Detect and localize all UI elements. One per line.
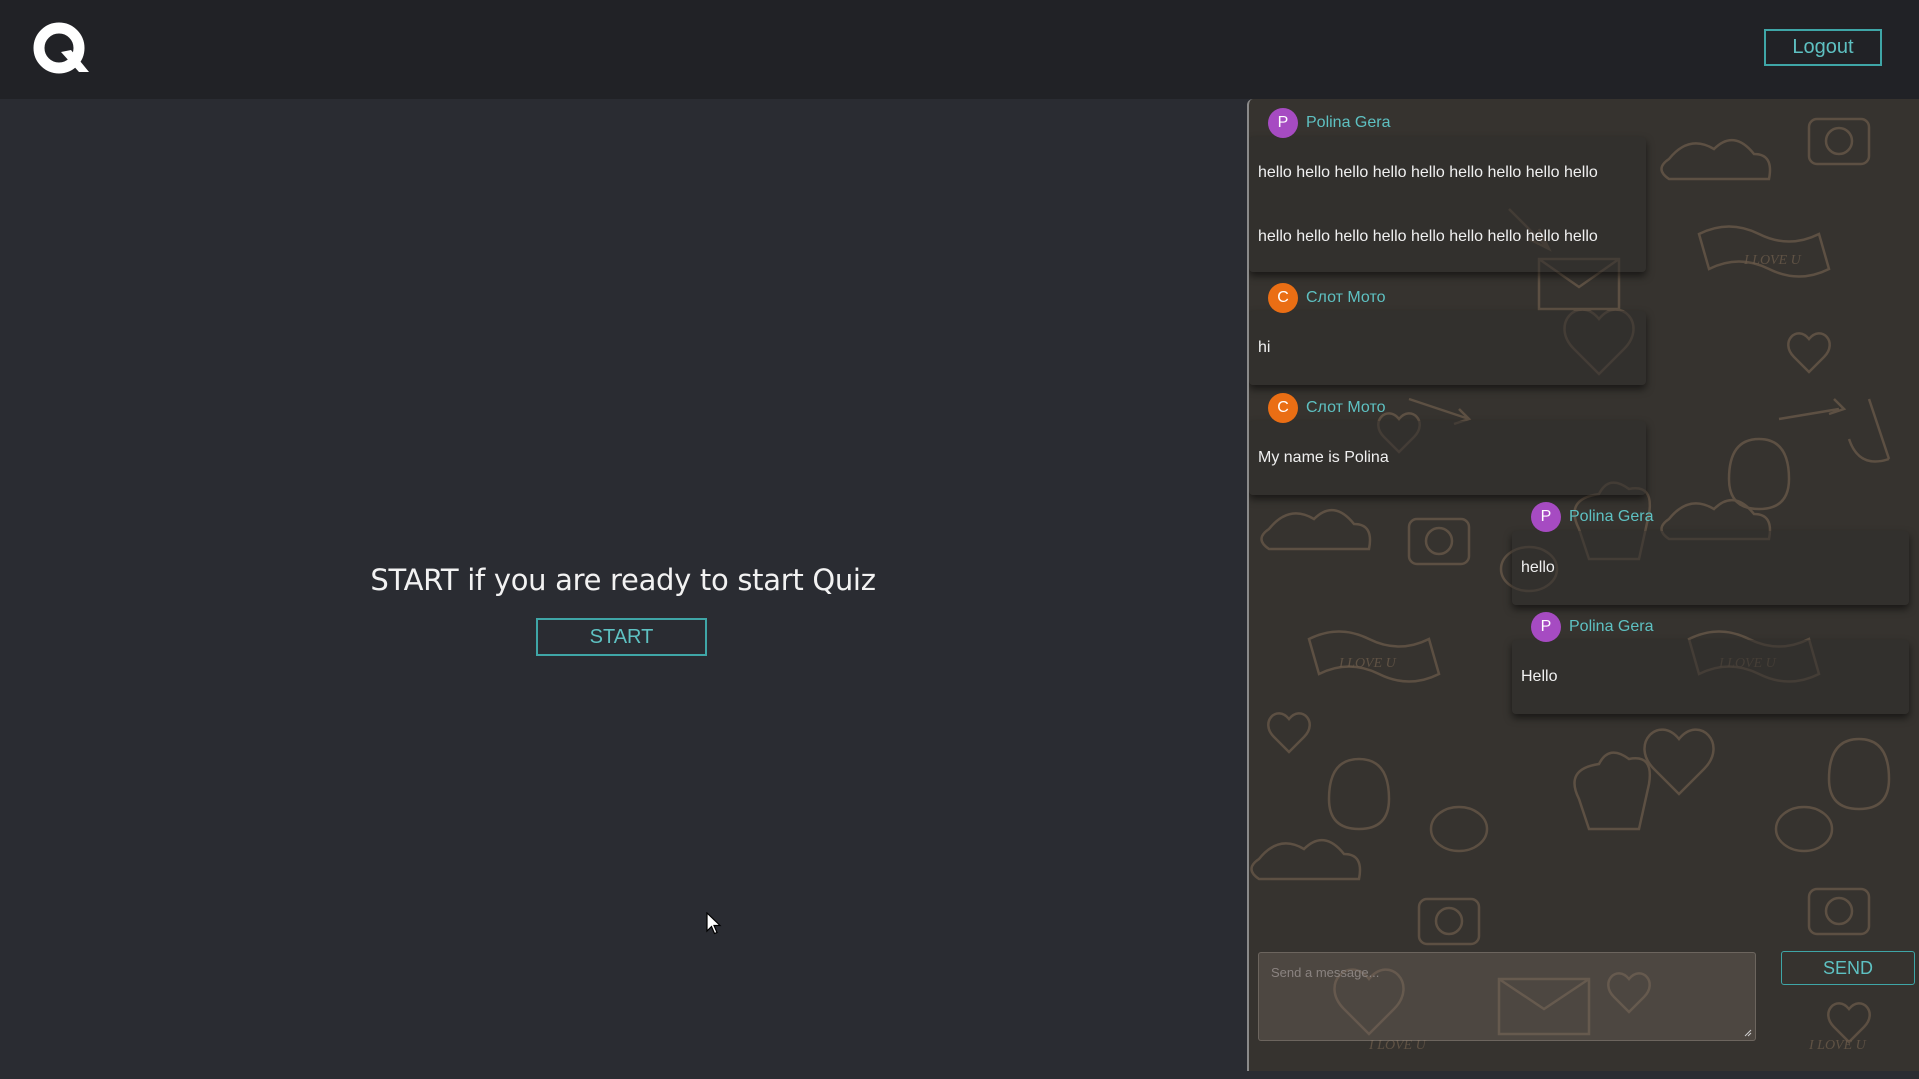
sender-name[interactable]: Слот Мото <box>1306 399 1386 417</box>
message-input[interactable] <box>1259 953 1755 1040</box>
message-header: P Polina Gera <box>1268 108 1391 138</box>
mouse-cursor-icon <box>706 912 722 935</box>
message-text: hello hello hello hello hello hello hell… <box>1258 164 1598 181</box>
message-bubble <box>1512 640 1909 714</box>
logout-button[interactable]: Logout <box>1764 29 1882 66</box>
quiz-pane: START if you are ready to start Quiz STA… <box>0 99 1246 1079</box>
message-text: hi <box>1258 339 1271 356</box>
avatar: С <box>1268 283 1298 313</box>
message-bubble <box>1512 531 1909 605</box>
resize-grip-icon[interactable] <box>1744 1029 1752 1037</box>
sender-name[interactable]: Polina Gera <box>1306 114 1391 132</box>
sender-name[interactable]: Polina Gera <box>1569 508 1654 526</box>
message-text: hello hello hello hello hello hello hell… <box>1258 228 1598 245</box>
message-header: P Polina Gera <box>1531 502 1654 532</box>
message-bubble <box>1249 311 1646 385</box>
quiz-prompt: START if you are ready to start Quiz <box>370 563 876 597</box>
message-composer <box>1258 952 1756 1041</box>
message-bubble <box>1249 137 1646 272</box>
start-button[interactable]: START <box>536 618 707 656</box>
quiz-logo-icon[interactable] <box>31 20 93 82</box>
send-button[interactable]: SEND <box>1781 951 1915 985</box>
sender-name[interactable]: Слот Мото <box>1306 289 1386 307</box>
message-header: С Слот Мото <box>1268 283 1386 313</box>
svg-text:I LOVE U: I LOVE U <box>1743 253 1802 268</box>
message-text: Hello <box>1521 668 1558 685</box>
chat-panel: I LOVE U I LOVE U I LOVE U I LOVE U I LO… <box>1247 99 1919 1071</box>
message-text: My name is Polina <box>1258 449 1389 466</box>
avatar: P <box>1531 612 1561 642</box>
top-header: Logout <box>0 0 1919 99</box>
message-header: P Polina Gera <box>1531 612 1654 642</box>
message-text: hello <box>1521 559 1555 576</box>
svg-text:I LOVE U: I LOVE U <box>1808 1038 1867 1053</box>
avatar: С <box>1268 393 1298 423</box>
avatar: P <box>1268 108 1298 138</box>
sender-name[interactable]: Polina Gera <box>1569 618 1654 636</box>
avatar: P <box>1531 502 1561 532</box>
svg-text:I LOVE U: I LOVE U <box>1338 656 1397 671</box>
message-header: С Слот Мото <box>1268 393 1386 423</box>
